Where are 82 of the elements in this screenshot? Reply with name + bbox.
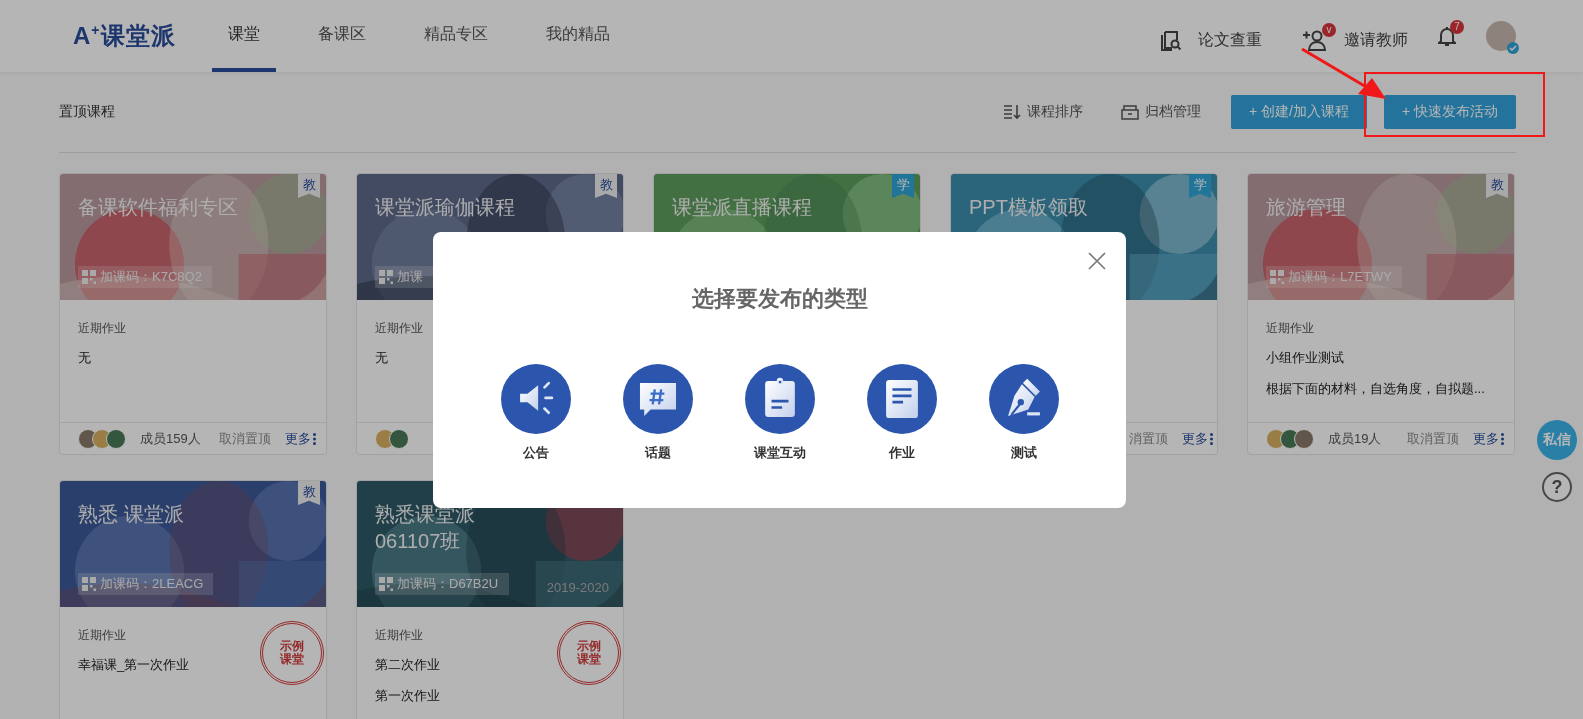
publish-type-option[interactable]: 作业 bbox=[866, 364, 937, 462]
homework-item[interactable]: 第二次作业 bbox=[375, 656, 440, 674]
archive-box-icon bbox=[1120, 104, 1139, 120]
dialog-title: 选择要发布的类型 bbox=[691, 285, 868, 313]
homework-item[interactable]: 无 bbox=[78, 349, 91, 367]
course-code: 加课码：L7ETWY bbox=[1288, 268, 1392, 286]
help-button[interactable]: ? bbox=[1542, 472, 1572, 502]
course-title: 熟悉 课堂派 bbox=[78, 502, 184, 527]
homework-type-icon bbox=[866, 364, 937, 434]
section-title: 置顶课程 bbox=[59, 103, 115, 121]
homework-item[interactable]: 幸福课_第一次作业 bbox=[78, 656, 190, 674]
course-title: PPT模板领取 bbox=[969, 195, 1088, 220]
header-link[interactable]: v 邀请教师 bbox=[1302, 21, 1408, 51]
more-dots-icon bbox=[1210, 432, 1213, 445]
course-code: 加课 bbox=[397, 268, 423, 286]
course-title: 课堂派瑜伽课程 bbox=[375, 195, 515, 220]
course-code: 加课码：K7C8Q2 bbox=[100, 268, 202, 286]
course-code: 加课码：D67B2U bbox=[397, 575, 499, 593]
recent-homework-label: 近期作业 bbox=[375, 320, 424, 337]
unpin-link[interactable]: 消置顶 bbox=[1123, 428, 1174, 449]
unpin-link[interactable]: 取消置顶 bbox=[213, 428, 277, 449]
qr-code-icon bbox=[379, 270, 393, 284]
unpin-link[interactable]: 取消置顶 bbox=[1401, 428, 1465, 449]
publish-type-option[interactable]: 测试 bbox=[988, 364, 1059, 462]
nav-tab[interactable]: 备课区 bbox=[301, 0, 382, 72]
topic-type-icon bbox=[622, 364, 693, 434]
homework-item[interactable]: 根据下面的材料，自选角度，自拟题... bbox=[1266, 380, 1485, 398]
nav-tab[interactable]: 精品专区 bbox=[407, 0, 504, 72]
toolbar-link[interactable]: 归档管理 bbox=[1114, 102, 1207, 122]
add-user-icon bbox=[1302, 29, 1328, 51]
recent-homework-label: 近期作业 bbox=[78, 627, 127, 644]
recent-homework-label: 近期作业 bbox=[78, 320, 127, 337]
test-type-icon bbox=[988, 364, 1059, 434]
course-card[interactable]: 旅游管理 教 加课码：L7ETWY 近期作业 小组作业测试 根据下面的材料，自选角度，自拟题... 成员19人 取消置顶 更多 bbox=[1247, 173, 1515, 455]
course-code: 加课码：2LEACG bbox=[100, 575, 204, 593]
course-class: 061107班 bbox=[375, 529, 462, 554]
course-title: 旅游管理 bbox=[1266, 195, 1346, 220]
member-count: 成员159人 bbox=[140, 429, 201, 448]
notification-bell-icon[interactable] bbox=[1438, 26, 1456, 46]
role-badge: 教 bbox=[1486, 174, 1508, 198]
recent-homework-label: 近期作业 bbox=[1266, 320, 1315, 337]
nav-tab[interactable]: 课堂 bbox=[211, 0, 276, 72]
close-icon[interactable] bbox=[1088, 252, 1106, 270]
more-menu[interactable]: 更多 bbox=[285, 429, 316, 448]
recent-homework-label: 近期作业 bbox=[375, 627, 424, 644]
school-year: 2019-2020 bbox=[546, 580, 609, 595]
qr-code-icon bbox=[1270, 270, 1284, 284]
role-badge: 学 bbox=[1189, 174, 1211, 198]
role-badge: 教 bbox=[298, 481, 320, 505]
course-title: 课堂派直播课程 bbox=[672, 195, 812, 220]
more-menu[interactable]: 更多 bbox=[1473, 429, 1504, 448]
homework-item[interactable]: 第一次作业 bbox=[375, 687, 440, 705]
member-count: 成员19人 bbox=[1328, 429, 1382, 448]
logo[interactable]: A$^{+}$课堂派 bbox=[73, 20, 176, 52]
publish-type-option[interactable]: 公告 bbox=[500, 364, 571, 462]
publish-type-option[interactable]: 课堂互动 bbox=[744, 364, 815, 462]
sort-icon bbox=[1002, 104, 1021, 120]
user-avatar[interactable] bbox=[1486, 21, 1516, 51]
more-menu[interactable]: 更多 bbox=[1182, 429, 1213, 448]
homework-item[interactable]: 小组作业测试 bbox=[1266, 349, 1344, 367]
more-dots-icon bbox=[1501, 432, 1504, 445]
toolbar-link[interactable]: 课程排序 bbox=[996, 102, 1089, 122]
role-badge: 教 bbox=[298, 174, 320, 198]
homework-item[interactable]: 无 bbox=[375, 349, 388, 367]
qr-code-icon bbox=[82, 577, 96, 591]
course-card[interactable]: 熟悉 课堂派 教 加课码：2LEACG 近期作业 幸福课_第一次作业 示例课堂 bbox=[59, 480, 327, 719]
role-badge: 教 bbox=[595, 174, 617, 198]
notification-count: 7 bbox=[1450, 20, 1464, 34]
member-avatar bbox=[1294, 428, 1314, 449]
member-avatar bbox=[389, 428, 409, 449]
qr-code-icon bbox=[82, 270, 96, 284]
publish-type-option[interactable]: 话题 bbox=[622, 364, 693, 462]
header-link[interactable]: 论文查重 bbox=[1160, 21, 1262, 51]
document-search-icon bbox=[1160, 29, 1182, 51]
vip-badge: v bbox=[1322, 23, 1336, 37]
role-badge: 学 bbox=[892, 174, 914, 198]
more-dots-icon bbox=[313, 432, 316, 445]
interact-type-icon bbox=[744, 364, 815, 434]
qr-code-icon bbox=[379, 577, 393, 591]
nav-tab[interactable]: 我的精品 bbox=[529, 0, 626, 72]
member-avatar bbox=[106, 428, 126, 449]
notice-type-icon bbox=[500, 364, 571, 434]
